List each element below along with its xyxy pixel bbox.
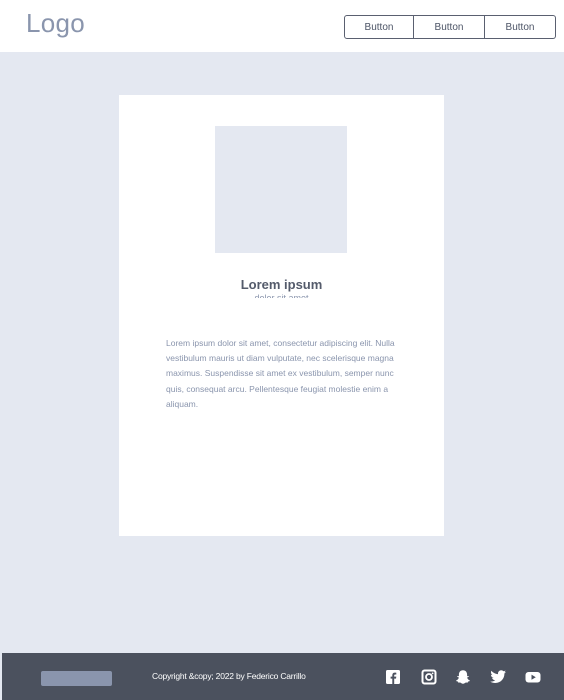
card-body-text: Lorem ipsum dolor sit amet, consectetur … [166, 338, 395, 409]
footer: Copyright &copy; 2022 by Federico Carril… [2, 653, 564, 700]
header-button-3[interactable]: Button [485, 15, 556, 39]
content-card: Lorem ipsum dolor sit amet Lorem ipsum d… [119, 95, 444, 536]
header-button-group: Button Button Button [344, 15, 556, 39]
copyright-text: Copyright &copy; 2022 by Federico Carril… [152, 671, 306, 681]
header: Logo Button Button Button [0, 0, 564, 52]
footer-placeholder-pill [41, 671, 112, 686]
youtube-icon[interactable] [524, 669, 542, 685]
logo[interactable]: Logo [26, 8, 85, 39]
image-placeholder [215, 126, 347, 253]
header-button-2[interactable]: Button [414, 15, 485, 39]
header-button-1[interactable]: Button [344, 15, 414, 39]
snapchat-icon[interactable] [454, 669, 472, 685]
twitter-icon[interactable] [489, 669, 507, 685]
card-title: Lorem ipsum [240, 277, 323, 292]
facebook-icon[interactable] [384, 669, 402, 685]
instagram-icon[interactable] [420, 669, 438, 685]
card-subtitle: dolor sit amet [119, 294, 444, 298]
